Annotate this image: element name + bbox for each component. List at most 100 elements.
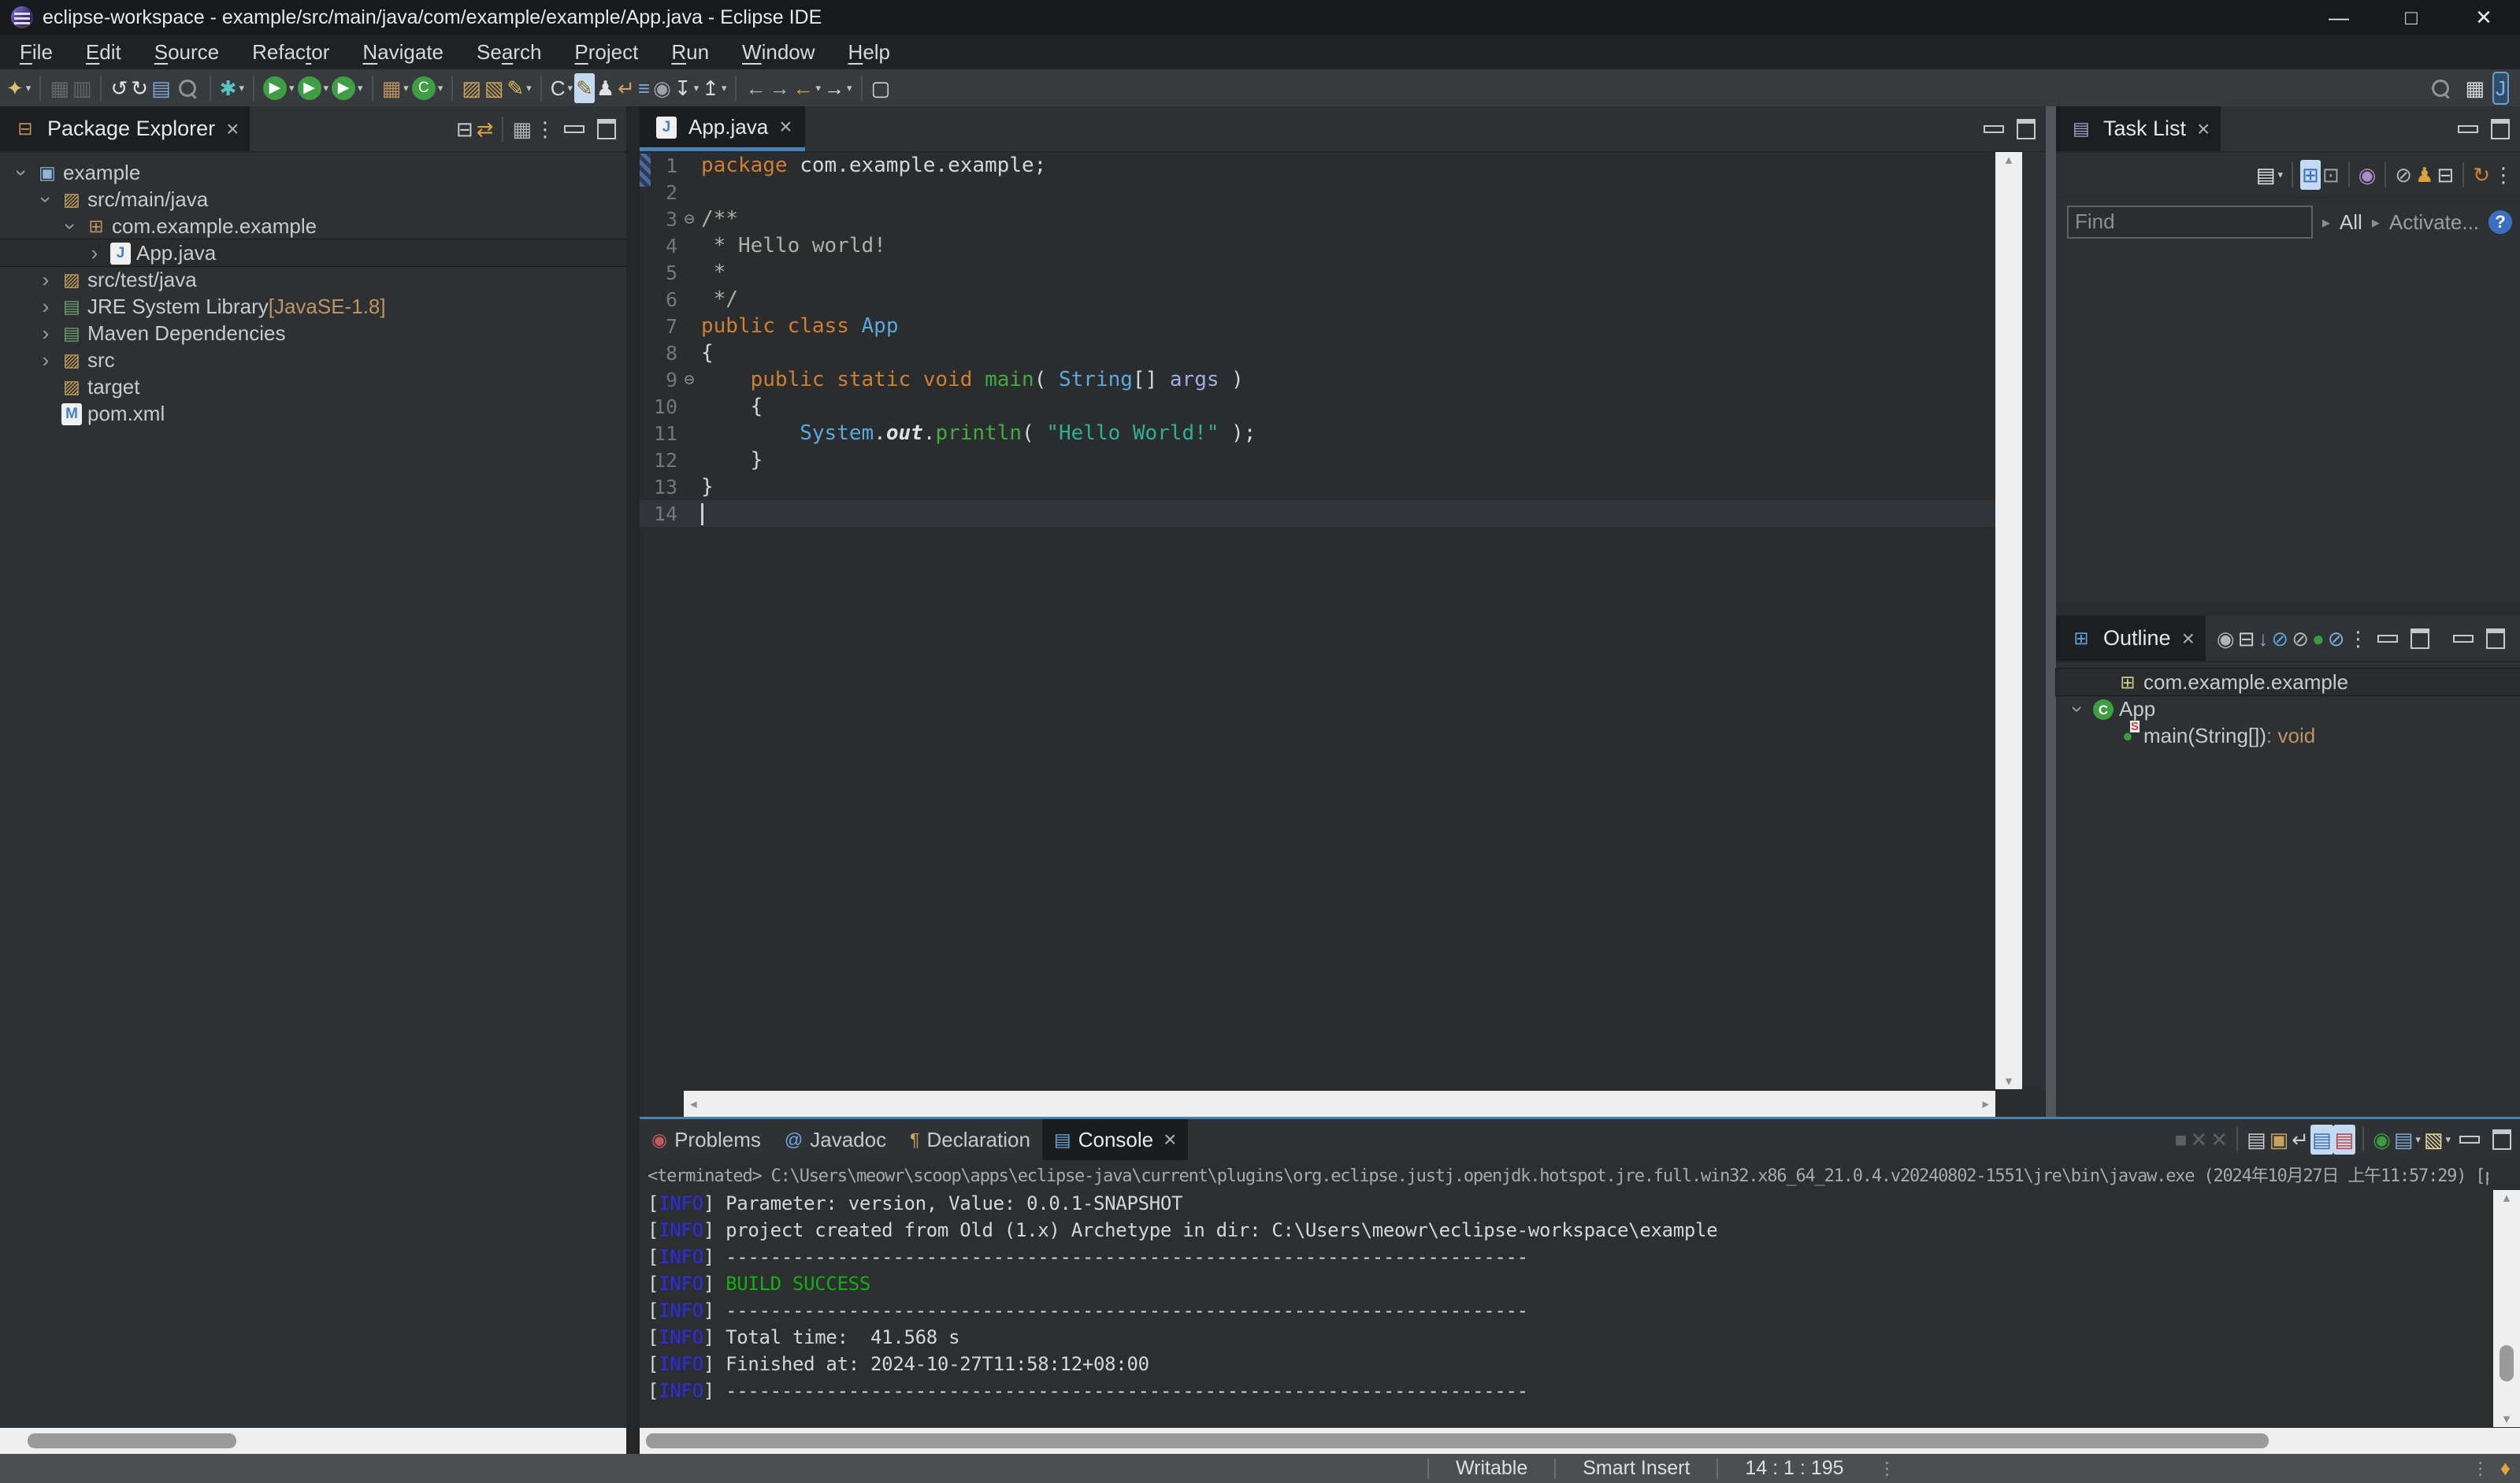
collapse-expander-icon[interactable]: › bbox=[2065, 697, 2089, 721]
previous-annotation-icon[interactable]: ↥ ▾ bbox=[700, 73, 728, 103]
pin-console-icon[interactable]: ◉ bbox=[2371, 1125, 2392, 1155]
external-tools-icon[interactable]: ✱ ▾ bbox=[218, 73, 246, 103]
open-perspective-icon[interactable]: ▦ bbox=[2463, 73, 2486, 103]
scroll-right-icon[interactable]: ▸ bbox=[1982, 1096, 1989, 1112]
scrollbar-thumb[interactable] bbox=[28, 1433, 236, 1448]
tree-item-jre-system-library-[interactable]: › ▤ JRE System Library [JavaSE-1.8] bbox=[0, 293, 626, 320]
close-icon[interactable]: × bbox=[779, 114, 792, 139]
menu-refactor[interactable]: Refactor bbox=[236, 40, 346, 65]
maximize-view-icon[interactable] bbox=[2492, 1129, 2511, 1150]
new-wizard-icon[interactable]: ✦ ▾ bbox=[5, 73, 32, 103]
tree-item-example[interactable]: › ▣ example bbox=[0, 159, 626, 186]
code-line-9[interactable]: 9 ⊖ public static void main( String[] arg… bbox=[640, 366, 1995, 393]
menu-search[interactable]: Search bbox=[460, 40, 558, 65]
word-wrap-icon[interactable]: ↵ bbox=[2290, 1125, 2310, 1155]
minimize-view-icon[interactable] bbox=[1984, 124, 2004, 133]
tree-item-app[interactable]: › C App bbox=[2056, 695, 2520, 722]
hide-fields-icon[interactable]: ⊘ bbox=[2269, 624, 2290, 654]
categorized-icon[interactable]: ⊞ bbox=[2300, 160, 2321, 190]
externalize-strings-icon[interactable]: C ▾ bbox=[549, 73, 574, 103]
minimize-button[interactable]: — bbox=[2303, 0, 2375, 35]
tab-console[interactable]: ▤ Console × bbox=[1041, 1119, 1189, 1160]
crumb-activate[interactable]: Activate... bbox=[2389, 210, 2479, 235]
type-hierarchy-icon[interactable]: ≡ bbox=[636, 73, 651, 103]
horizontal-scrollbar[interactable] bbox=[0, 1428, 626, 1454]
maximize-view-icon[interactable] bbox=[2485, 628, 2505, 649]
link-editor-icon[interactable]: ⇄ bbox=[475, 114, 495, 144]
minimize-view-icon[interactable] bbox=[2458, 124, 2478, 133]
hide-local-types-icon[interactable]: ⊘ bbox=[2326, 624, 2347, 654]
tree-item-com-example-example[interactable]: › ⊞ com.example.example bbox=[0, 213, 626, 239]
sort-icon[interactable]: ↓ bbox=[2256, 624, 2269, 654]
code-line-3[interactable]: 3 ⊖/** bbox=[640, 206, 1995, 232]
maximize-button[interactable]: □ bbox=[2375, 0, 2448, 35]
open-console-icon[interactable]: ▧ ▾ bbox=[2422, 1125, 2452, 1155]
new-task-icon[interactable]: ▤ ▾ bbox=[2255, 160, 2284, 190]
minimize-view-icon[interactable] bbox=[2377, 634, 2398, 643]
code-line-8[interactable]: 8{ bbox=[640, 339, 1995, 366]
menu-project[interactable]: Project bbox=[558, 40, 655, 65]
code-line-12[interactable]: 12 } bbox=[640, 447, 1995, 473]
forward-dim-icon[interactable]: → bbox=[767, 73, 791, 103]
scroll-lock-icon[interactable]: ▣ bbox=[2268, 1125, 2291, 1155]
tab-app-java[interactable]: J App.java × bbox=[640, 106, 805, 151]
crumb-all[interactable]: All bbox=[2340, 210, 2362, 235]
profile-button[interactable]: ▶ ▾ bbox=[330, 73, 365, 103]
my-tasks-icon[interactable]: ♟ bbox=[2414, 160, 2435, 190]
undo-icon[interactable]: ↺ bbox=[109, 73, 129, 103]
view-menu-icon[interactable]: ⋮ bbox=[533, 114, 557, 144]
search-flashlight-icon[interactable]: ✎ ▾ bbox=[505, 73, 533, 103]
user-icon[interactable]: ♟ bbox=[595, 73, 616, 103]
show-stderr-icon[interactable]: ▤ bbox=[2333, 1125, 2356, 1155]
fold-collapse-icon[interactable]: ⊖ bbox=[677, 370, 701, 390]
java-perspective-icon[interactable]: J bbox=[2492, 71, 2509, 105]
tab-javadoc[interactable]: @ Javadoc bbox=[773, 1119, 898, 1160]
notification-icon[interactable]: ♦ bbox=[2497, 1456, 2520, 1481]
help-icon[interactable]: ? bbox=[2488, 210, 2512, 234]
last-edit-location-icon[interactable]: ▢ bbox=[870, 73, 893, 103]
horizontal-scrollbar[interactable]: ◂ ▸ bbox=[684, 1091, 1995, 1117]
scroll-down-icon[interactable]: ▾ bbox=[2006, 1073, 2013, 1089]
minimize-view-icon[interactable] bbox=[2459, 1136, 2480, 1144]
vertical-scrollbar[interactable]: ▴ ▾ bbox=[2493, 1190, 2520, 1427]
collapse-expander-icon[interactable]: › bbox=[9, 161, 33, 185]
collapse-all-icon[interactable]: ⊟ bbox=[2435, 160, 2455, 190]
coverage-button[interactable]: ▶ ▾ bbox=[296, 73, 331, 103]
close-icon[interactable]: × bbox=[226, 117, 239, 142]
menu-run[interactable]: Run bbox=[655, 40, 726, 65]
back-button[interactable]: ← ▾ bbox=[791, 73, 822, 103]
code-editor[interactable]: 1 package com.example.example; 2 3 ⊖/** 4 * H… bbox=[640, 152, 1995, 1089]
search-icon[interactable] bbox=[2425, 73, 2455, 103]
vertical-scrollbar[interactable]: ▴ ▾ bbox=[1995, 152, 2022, 1089]
console-output[interactable]: <terminated> C:\Users\meowr\scoop\apps\e… bbox=[648, 1163, 2488, 1422]
sash-vertical-right[interactable] bbox=[2046, 106, 2056, 1117]
tree-item-com-example-example[interactable]: ⊞ com.example.example bbox=[2055, 668, 2520, 696]
tree-item-target[interactable]: ▨ target bbox=[0, 373, 626, 400]
maximize-view-icon[interactable] bbox=[597, 118, 616, 139]
scroll-up-icon[interactable]: ▴ bbox=[2503, 1190, 2511, 1206]
tree-item-main-string-[interactable]: ● Smain(String[]) : void bbox=[2056, 720, 2520, 749]
menu-file[interactable]: File bbox=[3, 40, 69, 65]
expand-expander-icon[interactable]: › bbox=[34, 295, 58, 319]
focus-icon[interactable]: ◉ bbox=[2215, 624, 2236, 654]
scrollbar-thumb[interactable] bbox=[646, 1433, 2269, 1448]
collapse-all-icon[interactable]: ⊟ bbox=[2236, 624, 2257, 654]
tab-outline[interactable]: ⊞ Outline × bbox=[2056, 616, 2206, 661]
scroll-left-icon[interactable]: ◂ bbox=[690, 1096, 697, 1112]
remove-all-launches-icon[interactable]: ✕ bbox=[2209, 1125, 2229, 1155]
code-line-7[interactable]: 7 public class App bbox=[640, 313, 1995, 339]
code-line-14[interactable]: 14 bbox=[640, 500, 1995, 527]
search-dim-icon[interactable] bbox=[173, 73, 202, 103]
expand-expander-icon[interactable]: › bbox=[34, 321, 58, 346]
cursor-position-status[interactable]: 14 : 1 : 195 bbox=[1718, 1457, 1870, 1480]
maximize-view-icon[interactable] bbox=[2491, 118, 2510, 139]
scroll-down-icon[interactable]: ▾ bbox=[2503, 1411, 2511, 1427]
menu-window[interactable]: Window bbox=[726, 40, 831, 65]
tree-item-src-main-java[interactable]: › ▨ src/main/java bbox=[0, 186, 626, 213]
tree-item-src[interactable]: › ▨ src bbox=[0, 347, 626, 373]
sash-horizontal-right[interactable] bbox=[2056, 602, 2520, 616]
view-menu-icon[interactable]: ⋮ bbox=[2492, 160, 2515, 190]
maximize-view-icon[interactable] bbox=[2017, 118, 2036, 139]
code-line-13[interactable]: 13} bbox=[640, 473, 1995, 500]
back-dim-icon[interactable]: ← bbox=[744, 73, 767, 103]
